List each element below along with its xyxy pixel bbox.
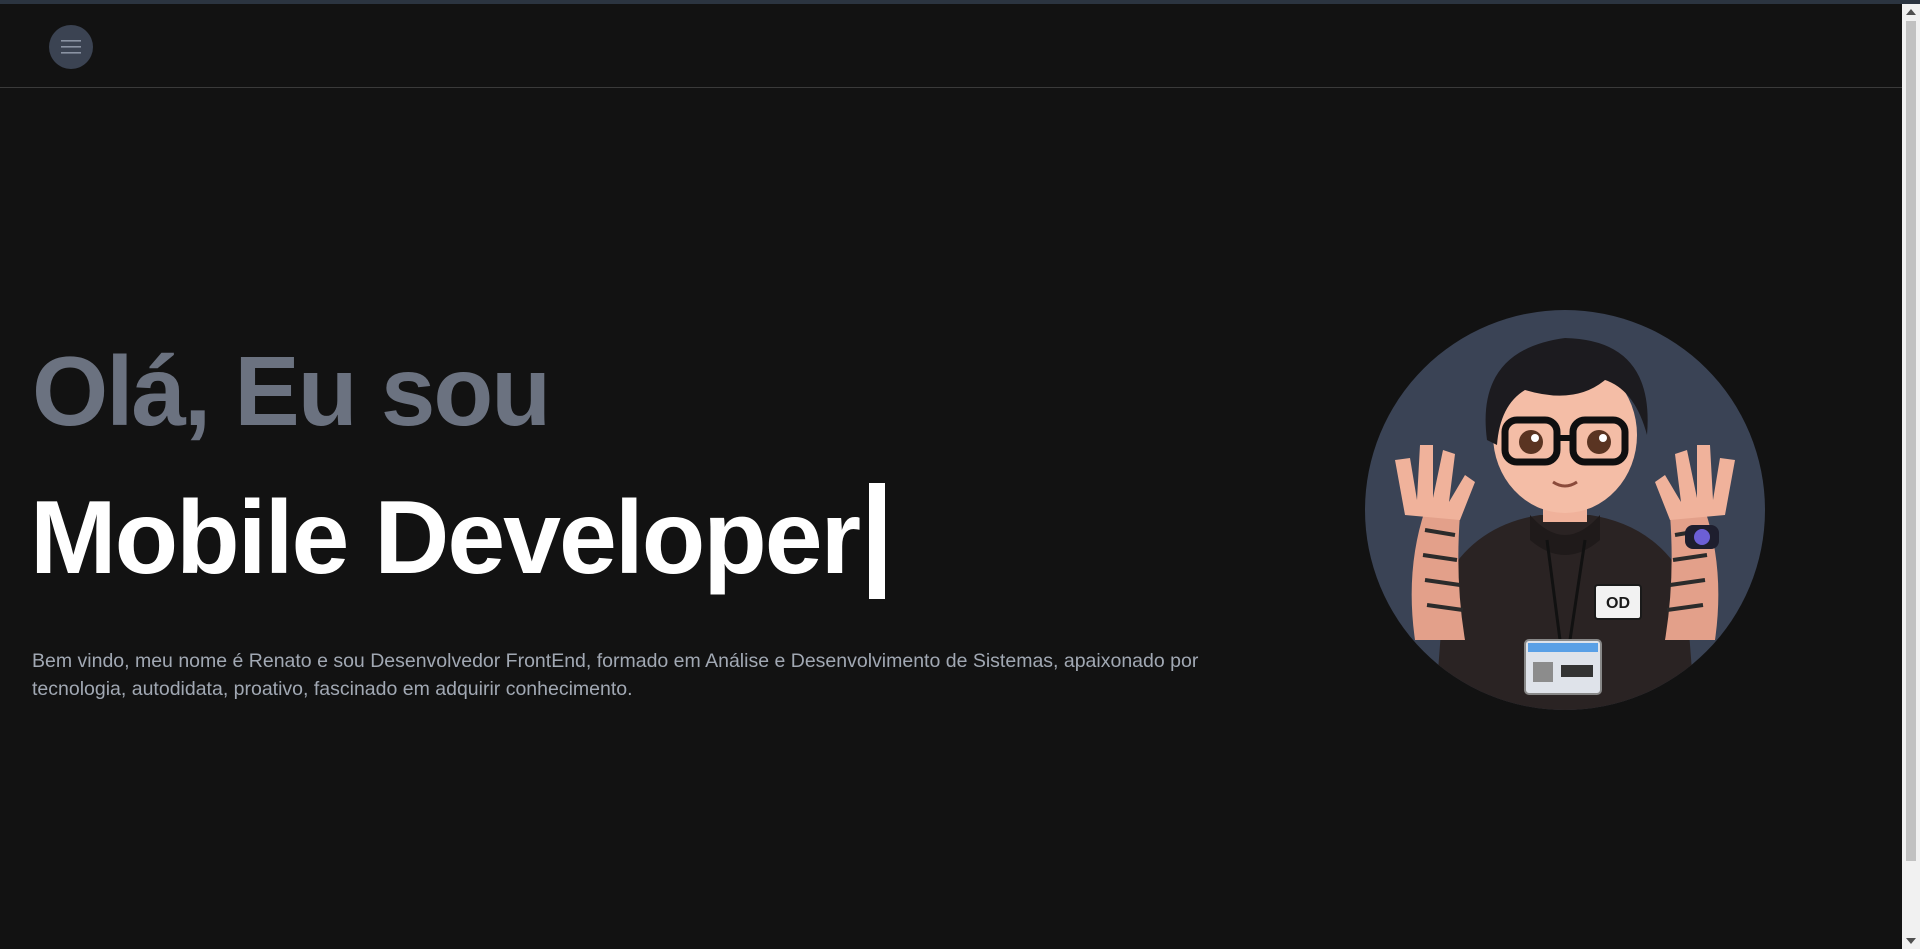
- hamburger-menu-icon: [61, 40, 81, 54]
- typing-cursor: [869, 483, 886, 599]
- avatar-badge-text: OD: [1606, 595, 1630, 612]
- bio-paragraph: Bem vindo, meu nome é Renato e sou Desen…: [32, 650, 1199, 700]
- role-text: Mobile Developer: [30, 480, 861, 596]
- scroll-down-arrow-icon[interactable]: [1906, 938, 1916, 944]
- menu-button[interactable]: [49, 25, 93, 69]
- avatar-illustration: OD: [1365, 310, 1765, 710]
- scroll-up-arrow-icon[interactable]: [1906, 9, 1916, 15]
- vertical-scrollbar[interactable]: [1902, 4, 1920, 949]
- avatar: OD: [1365, 310, 1765, 710]
- role-heading: Mobile Developer: [30, 477, 886, 599]
- greeting-heading: Olá, Eu sou: [32, 336, 551, 446]
- scroll-thumb[interactable]: [1906, 21, 1916, 861]
- hero-section: Olá, Eu sou Mobile Developer Bem vindo, …: [0, 89, 1902, 949]
- navbar: [0, 4, 1902, 88]
